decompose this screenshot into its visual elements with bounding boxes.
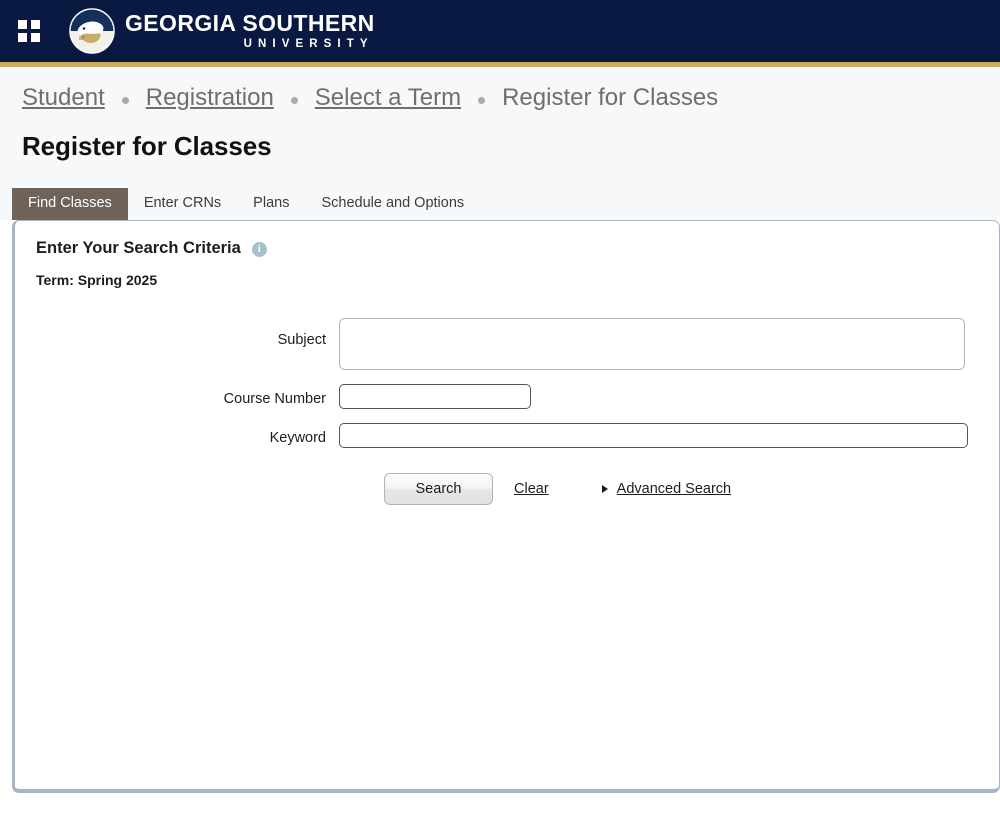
tab-plans[interactable]: Plans [237,188,305,220]
keyword-row: Keyword [36,423,999,448]
grid-cell [18,33,27,42]
brand-name: GEORGIA SOUTHERN [125,9,375,36]
tab-schedule-and-options[interactable]: Schedule and Options [305,188,480,220]
tab-enter-crns[interactable]: Enter CRNs [128,188,237,220]
breadcrumb: Student Registration Select a Term Regis… [0,67,1000,112]
grid-apps-icon[interactable] [18,20,40,42]
page-shell: Student Registration Select a Term Regis… [0,67,1000,220]
breadcrumb-item-registration[interactable]: Registration [146,84,274,112]
course-number-input[interactable] [339,384,531,409]
tab-bar: Find Classes Enter CRNs Plans Schedule a… [0,188,1000,220]
term-label: Term: Spring 2025 [36,272,158,288]
advanced-search-toggle[interactable]: Advanced Search [601,481,732,497]
search-criteria-panel: Enter Your Search Criteria i Term: Sprin… [12,220,1000,793]
panel-wrapper: Enter Your Search Criteria i Term: Sprin… [0,220,1000,793]
georgia-southern-eagle-seal-icon [69,8,115,54]
course-number-row: Course Number [36,384,999,409]
caret-right-icon [601,485,608,493]
grid-cell [31,33,40,42]
page-title: Register for Classes [22,131,272,161]
breadcrumb-separator-icon [290,96,298,104]
grid-cell [18,20,27,29]
search-form: Subject Course Number Keyword Search Cle… [36,318,999,505]
subject-label: Subject [277,332,326,348]
course-number-label: Course Number [223,391,326,407]
brand-wordmark: GEORGIA SOUTHERN UNIVERSITY [125,9,375,51]
tab-find-classes[interactable]: Find Classes [12,188,128,220]
breadcrumb-item-student[interactable]: Student [22,84,105,112]
site-header: GEORGIA SOUTHERN UNIVERSITY [0,0,1000,62]
breadcrumb-item-select-a-term[interactable]: Select a Term [315,84,461,112]
brand-logo-link[interactable]: GEORGIA SOUTHERN UNIVERSITY [69,8,375,54]
information-icon[interactable]: i [251,242,267,257]
advanced-search-label: Advanced Search [616,481,732,497]
breadcrumb-item-register-for-classes: Register for Classes [502,84,719,111]
subject-row: Subject [36,318,999,370]
panel-heading: Enter Your Search Criteria i [36,239,999,258]
grid-cell [31,20,40,29]
search-button[interactable]: Search [384,473,493,505]
brand-subtitle: UNIVERSITY [243,37,374,50]
keyword-label: Keyword [269,430,326,446]
breadcrumb-separator-icon [478,96,486,104]
breadcrumb-separator-icon [121,96,129,104]
clear-link[interactable]: Clear [514,481,549,497]
form-actions: Search Clear Advanced Search [36,473,999,505]
subject-input[interactable] [339,318,965,370]
panel-heading-text: Enter Your Search Criteria [36,239,241,257]
keyword-input[interactable] [339,423,968,448]
